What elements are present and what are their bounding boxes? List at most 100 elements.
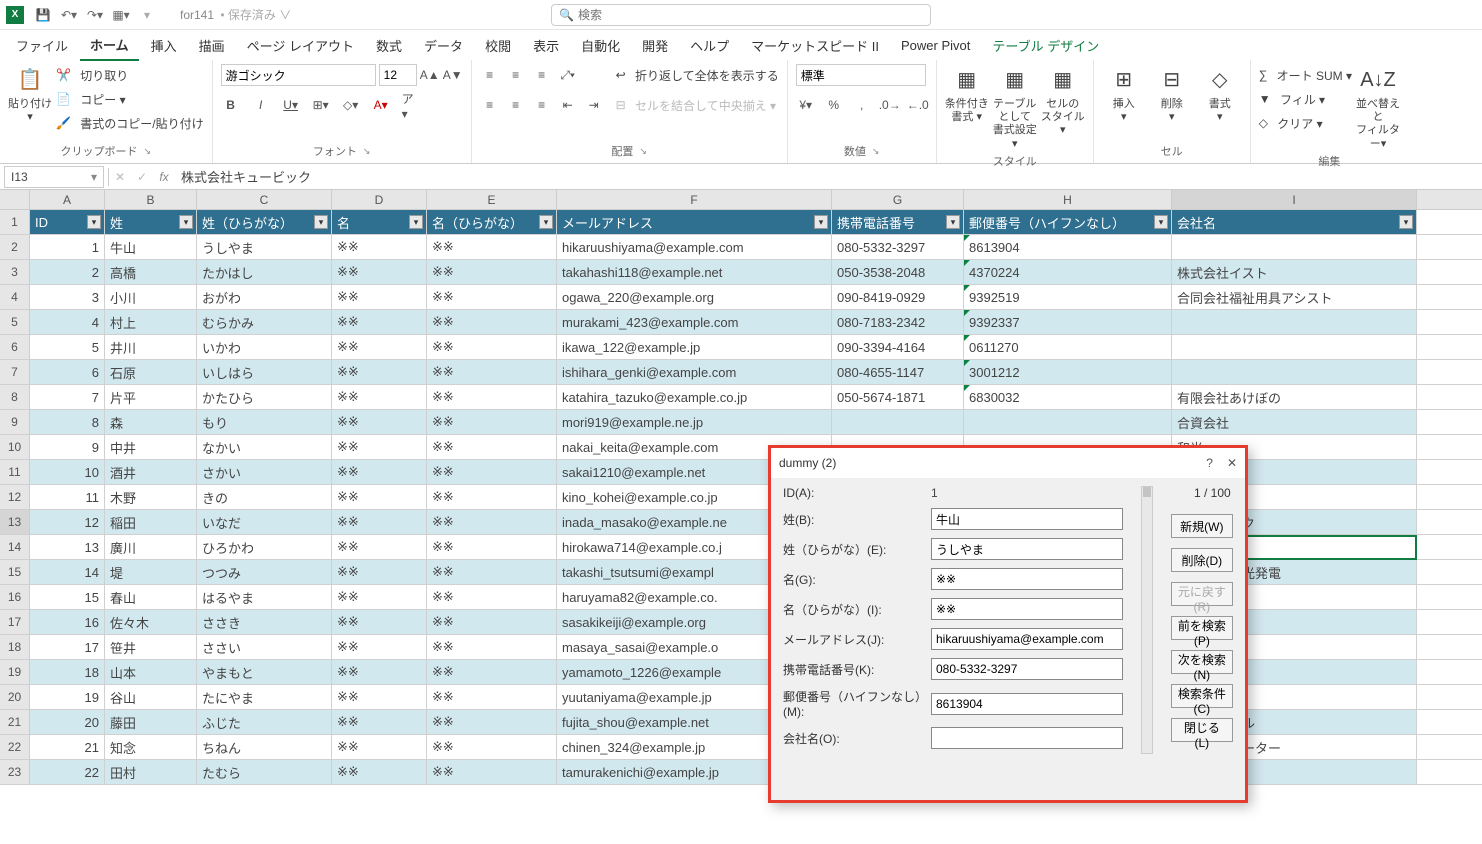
table-cell[interactable]: いなだ [197,510,332,534]
table-cell[interactable]: ※※ [427,585,557,609]
number-format-select[interactable] [796,64,926,86]
row-header-20[interactable]: 20 [0,685,30,709]
table-cell[interactable]: 090-3394-4164 [832,335,964,359]
align-middle-icon[interactable]: ≡ [506,65,526,85]
table-cell[interactable]: ※※ [427,410,557,434]
col-header-D[interactable]: D [332,190,427,209]
italic-button[interactable]: I [251,95,271,115]
table-cell[interactable] [964,410,1172,434]
redo-icon[interactable]: ↷▾ [85,5,105,25]
table-cell[interactable]: ※※ [332,410,427,434]
table-cell[interactable]: ちねん [197,735,332,759]
row-header-4[interactable]: 4 [0,285,30,309]
table-cell[interactable]: 0611270 [964,335,1172,359]
tab-insert[interactable]: 挿入 [141,31,187,60]
col-header-B[interactable]: B [105,190,197,209]
table-cell[interactable]: ※※ [332,385,427,409]
table-cell[interactable]: 田村 [105,760,197,784]
table-cell[interactable]: takahashi118@example.net [557,260,832,284]
table-cell[interactable]: ※※ [332,485,427,509]
table-header[interactable]: 名（ひらがな）▾ [427,210,557,234]
table-cell[interactable]: ※※ [332,235,427,259]
table-cell[interactable] [1172,360,1417,384]
table-cell[interactable]: 稲田 [105,510,197,534]
format-painter-button[interactable]: 🖌️ 書式のコピー/貼り付け [56,112,204,134]
table-header[interactable]: ID▾ [30,210,105,234]
decimal-dec-icon[interactable]: ←.0 [908,95,928,115]
table-cell[interactable]: 廣川 [105,535,197,559]
table-cell[interactable]: 村上 [105,310,197,334]
table-cell[interactable]: ※※ [332,635,427,659]
table-cell[interactable]: 高橋 [105,260,197,284]
table-cell[interactable]: 有限会社あけぼの [1172,385,1417,409]
field-mail-input[interactable] [931,628,1123,650]
table-cell[interactable]: 山本 [105,660,197,684]
col-header-F[interactable]: F [557,190,832,209]
align-right-icon[interactable]: ≡ [532,95,552,115]
row-header-23[interactable]: 23 [0,760,30,784]
row-header-9[interactable]: 9 [0,410,30,434]
table-cell[interactable]: 10 [30,460,105,484]
table-cell[interactable]: 9392519 [964,285,1172,309]
filter-arrow-icon[interactable]: ▾ [87,215,101,229]
table-cell[interactable]: ※※ [332,685,427,709]
font-name-select[interactable] [221,64,376,86]
table-cell[interactable]: 21 [30,735,105,759]
table-cell[interactable] [1172,335,1417,359]
clear-button[interactable]: ◇ クリア ▾ [1259,112,1352,134]
table-cell[interactable]: 9392337 [964,310,1172,334]
filter-arrow-icon[interactable]: ▾ [539,215,553,229]
align-top-icon[interactable]: ≡ [480,65,500,85]
table-cell[interactable]: ※※ [427,485,557,509]
table-cell[interactable]: 090-8419-0929 [832,285,964,309]
table-cell[interactable]: 4370224 [964,260,1172,284]
table-cell[interactable]: ※※ [427,735,557,759]
paste-button[interactable]: 📋 貼り付け▾ [8,64,52,124]
table-cell[interactable]: ※※ [332,535,427,559]
table-cell[interactable]: 19 [30,685,105,709]
undo-icon[interactable]: ↶▾ [59,5,79,25]
table-cell[interactable]: ふじた [197,710,332,734]
table-cell[interactable]: ※※ [332,460,427,484]
font-color-button[interactable]: A▾ [371,95,391,115]
launcher-icon[interactable]: ↘ [144,146,152,157]
table-cell[interactable]: 酒井 [105,460,197,484]
table-cell[interactable]: 合同会社福祉用具アシスト [1172,285,1417,309]
table-cell[interactable]: いしはら [197,360,332,384]
table-cell[interactable]: ※※ [427,360,557,384]
fill-color-button[interactable]: ◇▾ [341,95,361,115]
currency-icon[interactable]: ¥▾ [796,95,816,115]
row-header-11[interactable]: 11 [0,460,30,484]
table-cell[interactable]: ※※ [332,285,427,309]
table-cell[interactable]: 080-7183-2342 [832,310,964,334]
col-header-I[interactable]: I [1172,190,1417,209]
table-cell[interactable]: ※※ [332,360,427,384]
orientation-icon[interactable]: ⤢▾ [558,65,578,85]
table-cell[interactable]: ※※ [332,760,427,784]
field-mei-input[interactable] [931,568,1123,590]
table-cell[interactable]: 17 [30,635,105,659]
row-header-21[interactable]: 21 [0,710,30,734]
indent-dec-icon[interactable]: ⇤ [558,95,578,115]
table-cell[interactable]: 春山 [105,585,197,609]
table-cell[interactable]: ※※ [332,510,427,534]
table-cell[interactable]: ※※ [427,260,557,284]
align-bottom-icon[interactable]: ≡ [532,65,552,85]
fx-icon[interactable]: fx [153,166,175,188]
decimal-inc-icon[interactable]: .0→ [880,95,900,115]
table-cell[interactable]: ※※ [427,635,557,659]
table-cell[interactable]: ※※ [427,535,557,559]
table-cell[interactable] [1172,235,1417,259]
table-cell[interactable]: 牛山 [105,235,197,259]
criteria-button[interactable]: 検索条件(C) [1171,684,1233,708]
table-cell[interactable]: ※※ [332,735,427,759]
field-seih-input[interactable] [931,538,1123,560]
table-cell[interactable]: つつみ [197,560,332,584]
table-cell[interactable]: 6 [30,360,105,384]
table-cell[interactable]: 080-4655-1147 [832,360,964,384]
table-cell[interactable]: ※※ [332,585,427,609]
table-cell[interactable]: ※※ [332,610,427,634]
table-cell[interactable]: ※※ [427,335,557,359]
table-cell[interactable]: 16 [30,610,105,634]
filter-arrow-icon[interactable]: ▾ [314,215,328,229]
